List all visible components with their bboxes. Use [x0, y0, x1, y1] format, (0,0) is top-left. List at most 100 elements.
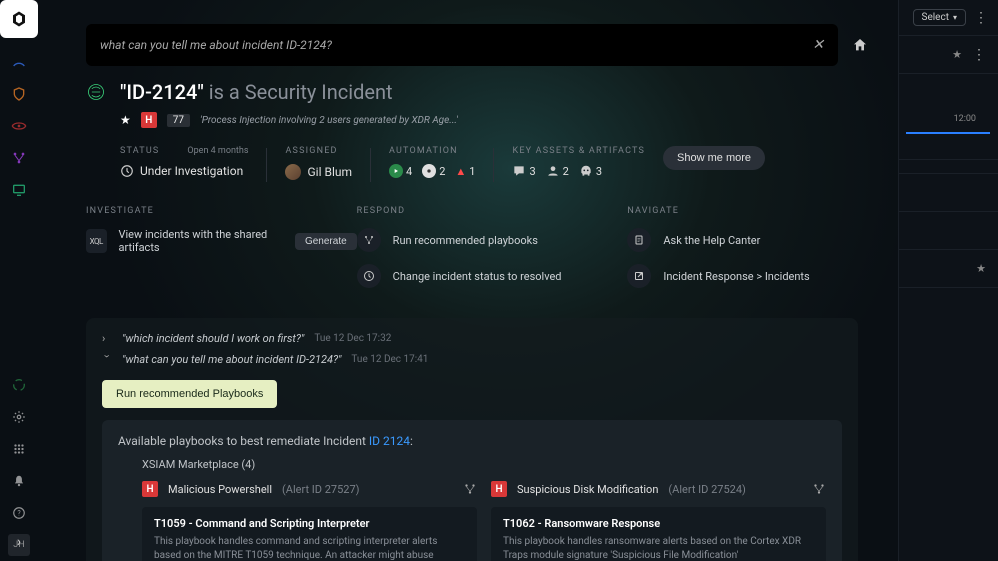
- skull-icon: [579, 164, 593, 178]
- doc-icon: [627, 228, 651, 252]
- select-dropdown[interactable]: Select ▾: [913, 9, 967, 26]
- hex-logo-icon: [10, 10, 28, 28]
- flow-icon: [463, 482, 477, 496]
- eye-icon: [11, 118, 27, 134]
- sidebar-nav-monitor[interactable]: [0, 174, 38, 206]
- fav-star-1[interactable]: ★: [952, 48, 962, 61]
- pb2-desc: This playbook handles ransomware alerts …: [503, 535, 814, 561]
- convo-row-1[interactable]: › "which incident should I work on first…: [102, 332, 842, 345]
- search-bar[interactable]: what can you tell me about incident ID-2…: [86, 24, 838, 66]
- auto-success-icon: [389, 164, 403, 178]
- search-clear[interactable]: ✕: [812, 37, 824, 53]
- automation-label: AUTOMATION: [389, 146, 475, 156]
- convo-row-2[interactable]: › "what can you tell me about incident I…: [102, 353, 842, 366]
- pb1-flow-button[interactable]: [463, 482, 477, 496]
- generate-button[interactable]: Generate: [295, 233, 357, 250]
- sidebar-nav-flow[interactable]: [0, 142, 38, 174]
- pb2-title: T1062 - Ransomware Response: [503, 517, 814, 530]
- help-icon: ?: [12, 506, 26, 520]
- chevron-down-icon: ›: [101, 355, 114, 365]
- sidebar-nav-shield[interactable]: [0, 78, 38, 110]
- incident-id: "ID-2124": [120, 80, 204, 104]
- playbooks-panel: Available playbooks to best remediate In…: [102, 420, 842, 561]
- assets-label: KEY ASSETS & ARTIFACTS: [512, 146, 645, 156]
- investigate-label: INVESTIGATE: [86, 206, 357, 216]
- playbook-run-icon: [357, 228, 381, 252]
- svg-text:?: ?: [17, 509, 21, 517]
- incident-title: "ID-2124" is a Security Incident: [120, 80, 393, 104]
- investigate-action-1[interactable]: XQL View incidents with the shared artif…: [86, 228, 357, 254]
- investigate-column: INVESTIGATE XQL View incidents with the …: [86, 206, 357, 300]
- chat-icon: [512, 164, 526, 178]
- auto-fail-count: 1: [469, 165, 475, 178]
- pb1-name: Malicious Powershell: [168, 483, 272, 496]
- app-logo[interactable]: [0, 0, 38, 38]
- assignee-avatar: [285, 164, 301, 180]
- pb2-severity: H: [491, 481, 507, 497]
- pb1-title: T1059 - Command and Scripting Interprete…: [154, 517, 465, 530]
- respond-action-2[interactable]: Change incident status to resolved: [357, 264, 628, 288]
- available-text: Available playbooks to best remediate In…: [118, 434, 826, 448]
- available-prefix: Available playbooks to best remediate In…: [118, 434, 369, 448]
- score-badge: 77: [167, 114, 190, 127]
- assets-chat-count: 3: [529, 165, 535, 178]
- ai-brain-icon: [86, 82, 106, 102]
- user-icon: [546, 164, 560, 178]
- auto-pending-count: 2: [439, 165, 445, 178]
- gauge-icon: [11, 54, 27, 70]
- grid-icon: [12, 442, 26, 456]
- automation-block: AUTOMATION 4 2 ▲1: [389, 146, 475, 178]
- incident-link[interactable]: ID 2124: [369, 434, 410, 448]
- xql-icon: XQL: [86, 229, 107, 253]
- convo-ts1: Tue 12 Dec 17:32: [314, 333, 391, 344]
- flow-icon: [11, 150, 27, 166]
- sidebar-expand[interactable]: ›: [8, 531, 30, 553]
- status-icon: [120, 164, 134, 178]
- show-more-button[interactable]: Show me more: [663, 146, 765, 170]
- conversation-panel: › "which incident should I work on first…: [86, 318, 858, 561]
- home-icon: [852, 37, 868, 53]
- timeline-marker: [906, 132, 990, 134]
- header-kebab[interactable]: ⋮: [974, 10, 988, 26]
- gear-icon: [12, 410, 26, 424]
- incident-description: 'Process Injection involving 2 users gen…: [200, 115, 458, 126]
- run-playbooks-button[interactable]: Run recommended Playbooks: [102, 380, 277, 408]
- pb1-severity: H: [142, 481, 158, 497]
- auto-pending-icon: [422, 164, 436, 178]
- sidebar-loading[interactable]: [0, 369, 38, 401]
- convo-q1: "which incident should I work on first?": [122, 332, 304, 345]
- playbook-item-2: H Suspicious Disk Modification (Alert ID…: [491, 481, 826, 561]
- shield-icon: [11, 86, 27, 102]
- sidebar-settings[interactable]: [0, 401, 38, 433]
- navigate-column: NAVIGATE Ask the Help Canter Incident Re…: [627, 206, 898, 300]
- main-panel: what can you tell me about incident ID-2…: [38, 0, 898, 561]
- status-value: Under Investigation: [140, 164, 243, 178]
- home-button[interactable]: [852, 37, 868, 53]
- navigate-action-2[interactable]: Incident Response > Incidents: [627, 264, 898, 288]
- pb1-alert: (Alert ID 27527): [282, 483, 359, 496]
- timeline-tick-label: 12:00: [954, 114, 976, 124]
- pb2-alert: (Alert ID 27524): [668, 483, 745, 496]
- assets-block: KEY ASSETS & ARTIFACTS 3 2 3: [512, 146, 645, 178]
- incident-title-suffix: is a Security Incident: [204, 80, 393, 104]
- search-query-text: what can you tell me about incident ID-2…: [100, 38, 332, 52]
- convo-q2: "what can you tell me about incident ID-…: [122, 353, 341, 366]
- severity-badge: H: [141, 112, 157, 128]
- respond-label: RESPOND: [357, 206, 628, 216]
- right-rail: Select ▾ ⋮ ★ ⋮ 12:00 ★: [898, 0, 998, 561]
- sidebar-nav-dashboard[interactable]: [0, 46, 38, 78]
- sidebar-help[interactable]: ?: [0, 497, 38, 529]
- sidebar-nav-eye[interactable]: [0, 110, 38, 142]
- assigned-block: ASSIGNED Gil Blum: [285, 146, 352, 180]
- sidebar-apps[interactable]: [0, 433, 38, 465]
- fav-star-2[interactable]: ★: [976, 262, 986, 275]
- incident-favorite[interactable]: ★: [120, 113, 131, 127]
- navigate-action-1[interactable]: Ask the Help Canter: [627, 228, 898, 252]
- auto-success-count: 4: [406, 165, 412, 178]
- respond-action-1[interactable]: Run recommended playbooks: [357, 228, 628, 252]
- row-kebab-1[interactable]: ⋮: [972, 47, 986, 63]
- pb2-flow-button[interactable]: [812, 482, 826, 496]
- marketplace-label: XSIAM Marketplace (4): [142, 458, 826, 471]
- sidebar-notifications[interactable]: [0, 465, 38, 497]
- assets-user-count: 2: [563, 165, 569, 178]
